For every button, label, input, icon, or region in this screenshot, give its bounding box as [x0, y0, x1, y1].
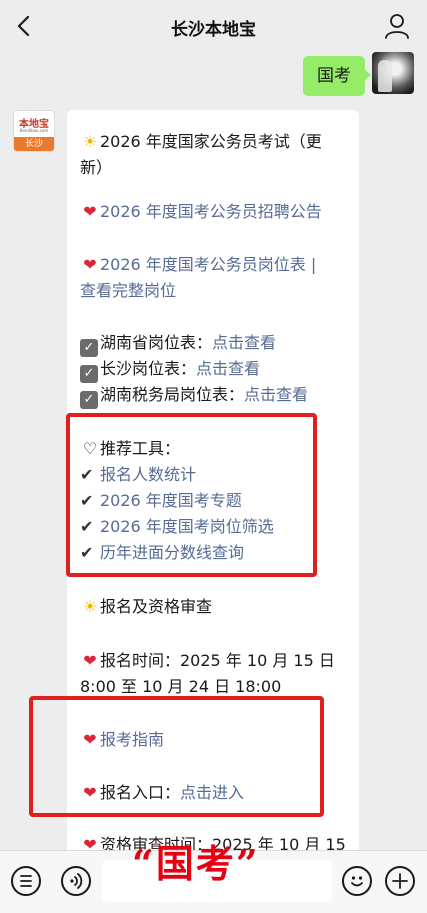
- heart-icon: ❤: [83, 202, 97, 221]
- voice-icon[interactable]: [61, 866, 91, 896]
- message-line: ✓ 湖南税务局岗位表：点击查看: [80, 382, 308, 409]
- chat-title: 长沙本地宝: [171, 20, 256, 40]
- user-icon[interactable]: [383, 12, 411, 40]
- plus-icon[interactable]: [385, 866, 415, 896]
- overlay-caption: “国考”: [132, 841, 260, 886]
- sun-icon: ☀: [82, 132, 98, 151]
- user-message-bubble[interactable]: 国考: [303, 56, 371, 96]
- bot-avatar[interactable]: 本地宝 Bendibao.com 长沙: [13, 110, 55, 152]
- message-line: ❤ 报名时间：2025 年 10 月 15 日: [80, 648, 335, 674]
- link-hunan-positions[interactable]: 点击查看: [212, 333, 276, 352]
- link-full-positions[interactable]: 查看完整岗位: [80, 278, 176, 304]
- user-avatar[interactable]: [372, 52, 414, 94]
- highlight-box-registration: [29, 696, 324, 817]
- highlight-box-tools: [66, 413, 317, 577]
- message-line: ☀ 2026 年度国家公务员考试（更: [80, 129, 322, 155]
- checkbox-icon: ✓: [80, 339, 98, 357]
- link-position-table[interactable]: ❤ 2026 年度国考公务员岗位表 |: [80, 252, 316, 278]
- checkbox-icon: ✓: [80, 391, 98, 409]
- message-line: ☀ 报名及资格审查: [80, 594, 212, 620]
- message-line: 新）: [80, 158, 113, 177]
- heart-icon: ❤: [83, 651, 97, 670]
- message-line: ✓ 湖南省岗位表：点击查看: [80, 330, 276, 357]
- message-line: ✓ 长沙岗位表：点击查看: [80, 356, 260, 383]
- avatar-city-label: 长沙: [14, 137, 54, 151]
- sun-icon: ☀: [82, 597, 98, 616]
- menu-icon[interactable]: [11, 866, 41, 896]
- avatar-domain-text: Bendibao.com: [19, 128, 49, 133]
- user-message-text: 国考: [317, 66, 351, 86]
- chat-header: 长沙本地宝: [0, 0, 427, 52]
- heart-icon: ❤: [83, 255, 97, 274]
- checkbox-icon: ✓: [80, 365, 98, 383]
- link-changsha-positions[interactable]: 点击查看: [196, 359, 260, 378]
- link-tax-positions[interactable]: 点击查看: [244, 385, 308, 404]
- link-recruitment-notice[interactable]: ❤ 2026 年度国考公务员招聘公告: [80, 199, 322, 225]
- emoji-icon[interactable]: [342, 866, 372, 896]
